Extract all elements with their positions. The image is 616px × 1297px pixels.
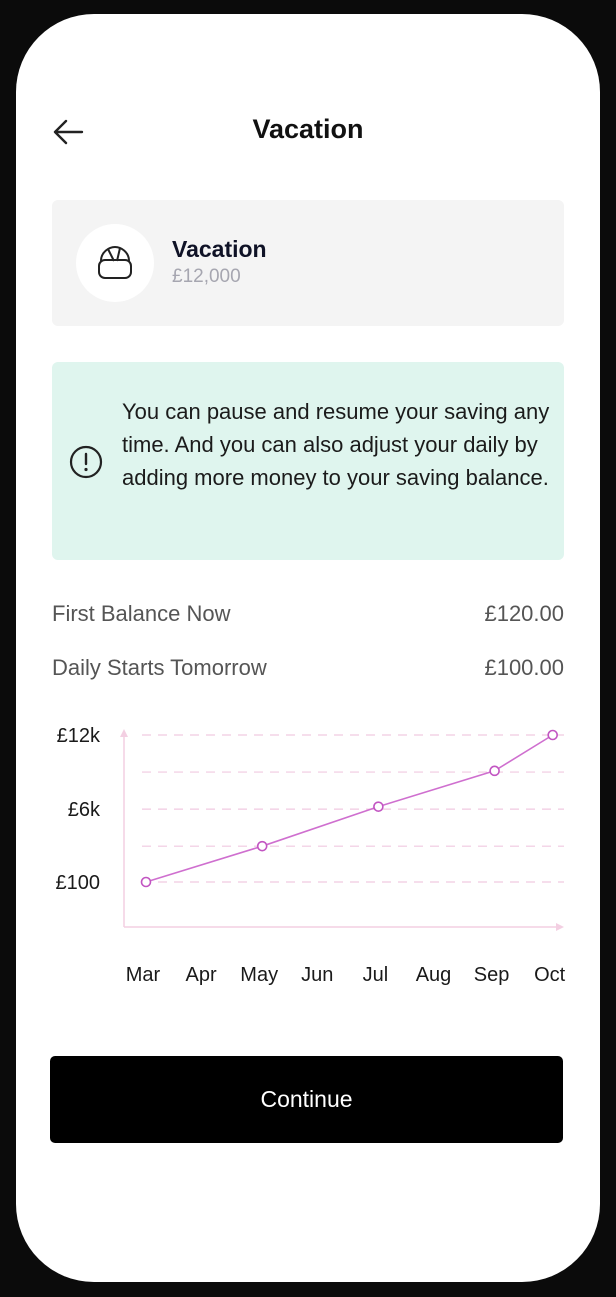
data-point [140, 876, 152, 888]
goal-card: Vacation £12,000 [52, 200, 564, 326]
x-tick-label: Aug [416, 964, 452, 986]
y-axis-arrow [120, 729, 128, 737]
first-balance-row: First Balance Now £120.00 [52, 601, 564, 631]
daily-label: Daily Starts Tomorrow [52, 655, 267, 680]
info-text: You can pause and resume your saving any… [122, 399, 550, 490]
x-tick-label: Mar [126, 964, 161, 986]
continue-button[interactable]: Continue [50, 1056, 563, 1143]
y-tick-label: £6k [68, 799, 101, 821]
x-tick-label: Oct [534, 964, 566, 986]
goal-name: Vacation [172, 236, 267, 262]
data-point [547, 729, 559, 741]
goal-icon-circle [76, 224, 154, 302]
x-tick-label: Sep [474, 964, 510, 986]
x-tick-label: Jun [301, 964, 333, 986]
goal-amount: £12,000 [172, 266, 241, 287]
y-tick-label: £100 [56, 872, 101, 894]
data-point [489, 765, 500, 777]
y-tick-label: £12k [57, 725, 101, 747]
first-balance-label: First Balance Now [52, 601, 231, 626]
daily-row: Daily Starts Tomorrow £100.00 [52, 655, 564, 685]
alert-circle-icon [69, 445, 103, 479]
data-point [373, 801, 384, 812]
info-notice: You can pause and resume your saving any… [52, 362, 564, 560]
x-axis-arrow [556, 923, 564, 931]
page-title: Vacation [252, 114, 364, 144]
header: Vacation [16, 110, 600, 154]
x-tick-label: May [240, 964, 278, 986]
x-tick-label: Jul [363, 964, 389, 986]
phone-screen: Vacation Vacation £12,000 You can pause … [16, 14, 600, 1282]
daily-value: £100.00 [484, 655, 564, 680]
bag-icon [98, 245, 132, 279]
first-balance-value: £120.00 [484, 601, 564, 626]
series-line [145, 734, 554, 883]
data-point [256, 840, 268, 852]
savings-chart: £100 £6k £12k Mar Apr May Jun Jul Aug Sep Oct [56, 725, 566, 986]
x-tick-label: Apr [186, 964, 217, 986]
